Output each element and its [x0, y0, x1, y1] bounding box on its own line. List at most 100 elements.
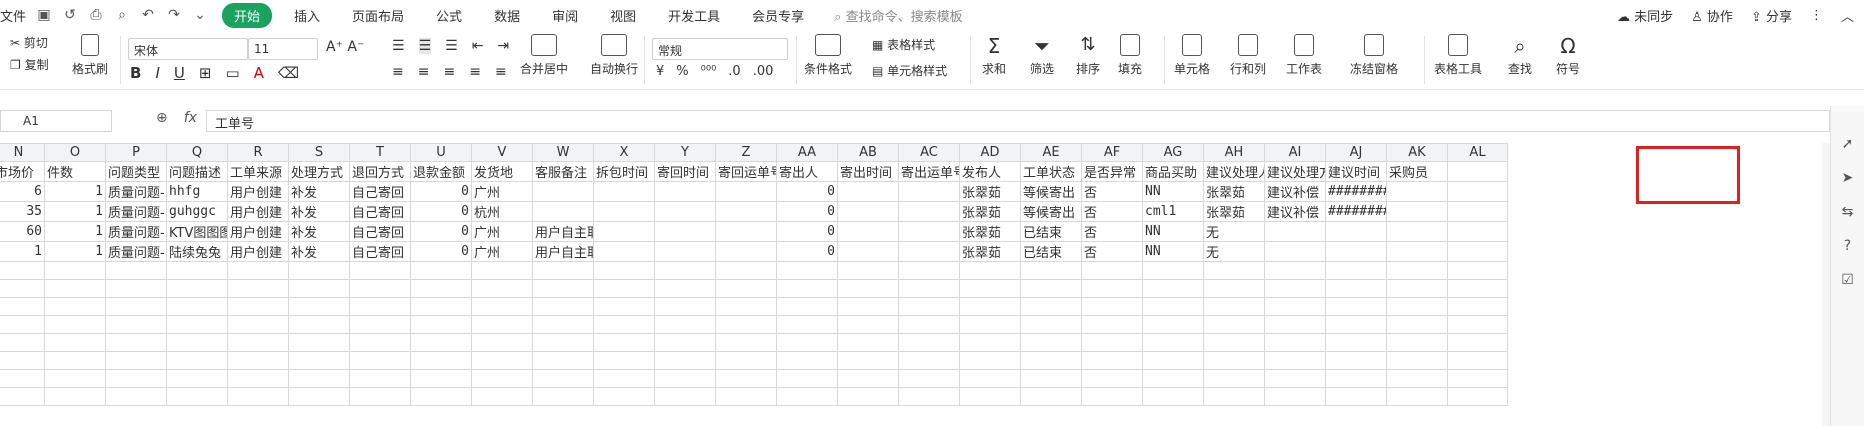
cell[interactable] [105, 387, 167, 406]
cell[interactable] [1447, 181, 1508, 202]
header-cell[interactable]: 退款金额 [410, 161, 472, 182]
cell[interactable]: 否 [1081, 181, 1143, 202]
column-header[interactable]: AB [837, 143, 899, 162]
cell[interactable] [288, 279, 350, 298]
sort-button[interactable]: ⇅ 排序 [1076, 34, 1100, 77]
cell[interactable] [1447, 221, 1508, 242]
cell[interactable] [837, 297, 899, 316]
cell[interactable]: 否 [1081, 221, 1143, 242]
cell[interactable] [593, 201, 655, 222]
cell[interactable] [105, 351, 167, 370]
cell[interactable] [1447, 351, 1508, 370]
cell[interactable]: cml1 [1142, 201, 1204, 222]
clear-icon[interactable]: ⌫ [278, 64, 299, 82]
filter-button[interactable]: ⏷ 筛选 [1030, 34, 1054, 77]
cell[interactable] [1020, 297, 1082, 316]
cell[interactable] [44, 351, 106, 370]
cell[interactable] [1203, 315, 1265, 334]
header-cell[interactable]: 商品买助 [1142, 161, 1204, 182]
cell[interactable]: 0 [410, 221, 472, 242]
cell[interactable] [1264, 241, 1326, 262]
help-icon[interactable]: ? [1844, 238, 1851, 254]
cell[interactable] [532, 201, 594, 222]
cell[interactable] [44, 369, 106, 388]
header-cell[interactable]: 工单状态 [1020, 161, 1082, 182]
cell[interactable]: 质量问题- [105, 221, 167, 242]
cell-button[interactable]: 单元格 [1174, 34, 1210, 77]
cell[interactable] [837, 387, 899, 406]
undo-history-icon[interactable]: ↺ [62, 7, 78, 23]
cell[interactable] [776, 279, 838, 298]
header-cell[interactable]: 拆包时间 [593, 161, 655, 182]
header-cell[interactable]: 退回方式 [349, 161, 411, 182]
cell[interactable] [44, 279, 106, 298]
cell[interactable] [44, 315, 106, 334]
cell[interactable] [959, 279, 1021, 298]
cell[interactable] [1386, 181, 1448, 202]
cell[interactable] [1142, 351, 1204, 370]
cell[interactable]: 35 [0, 201, 45, 222]
cell[interactable] [1325, 261, 1387, 280]
header-cell[interactable]: 寄回时间 [654, 161, 716, 182]
cell[interactable]: 自己寄回 [349, 221, 411, 242]
cell[interactable] [471, 315, 533, 334]
cell[interactable]: 否 [1081, 241, 1143, 262]
cell[interactable] [715, 387, 777, 406]
cell[interactable]: NN [1142, 221, 1204, 242]
cell[interactable] [1386, 351, 1448, 370]
cell[interactable] [776, 333, 838, 352]
column-header[interactable]: P [105, 143, 167, 162]
cell[interactable] [1142, 333, 1204, 352]
cell[interactable] [654, 315, 716, 334]
cell[interactable]: 广州 [471, 241, 533, 262]
cell[interactable] [898, 297, 960, 316]
cell[interactable] [654, 279, 716, 298]
header-cell[interactable]: 工单来源 [227, 161, 289, 182]
cell[interactable]: 张翠茹 [959, 201, 1021, 222]
cell[interactable] [1020, 261, 1082, 280]
cell[interactable] [105, 369, 167, 388]
header-cell[interactable]: 处理方式 [288, 161, 350, 182]
conditional-format-button[interactable]: 条件格式 [804, 34, 852, 77]
cell[interactable] [0, 261, 45, 280]
cell[interactable] [1447, 201, 1508, 222]
cell[interactable] [410, 297, 472, 316]
cell[interactable] [471, 261, 533, 280]
cell[interactable] [532, 315, 594, 334]
header-cell[interactable]: 采购员 [1386, 161, 1448, 182]
cell[interactable] [1386, 279, 1448, 298]
cell[interactable] [1325, 221, 1387, 242]
cell[interactable] [654, 261, 716, 280]
cell[interactable]: 补发 [288, 181, 350, 202]
transform-icon[interactable]: ⇆ [1842, 204, 1854, 220]
cell[interactable] [44, 333, 106, 352]
cell[interactable] [1386, 241, 1448, 262]
cell[interactable] [837, 369, 899, 388]
cell[interactable]: 张翠茹 [1203, 181, 1265, 202]
cell[interactable] [776, 261, 838, 280]
cell[interactable] [1020, 279, 1082, 298]
cell[interactable] [410, 387, 472, 406]
cell[interactable] [227, 261, 289, 280]
column-header[interactable]: AA [776, 143, 838, 162]
cell[interactable] [898, 261, 960, 280]
cell[interactable] [1386, 297, 1448, 316]
cell[interactable]: ######## [1325, 201, 1387, 222]
cell[interactable] [410, 333, 472, 352]
cell[interactable] [837, 221, 899, 242]
format-painter-button[interactable]: 格式刷 [72, 34, 108, 77]
column-header[interactable]: AD [959, 143, 1021, 162]
cell[interactable] [227, 333, 289, 352]
cell[interactable] [1447, 315, 1508, 334]
cell[interactable] [1081, 279, 1143, 298]
cell[interactable] [410, 279, 472, 298]
cell[interactable] [837, 261, 899, 280]
cell[interactable] [1142, 387, 1204, 406]
cell[interactable] [654, 221, 716, 242]
cell[interactable] [532, 387, 594, 406]
header-cell[interactable]: 客服备注 [532, 161, 594, 182]
cell[interactable] [959, 369, 1021, 388]
cell[interactable] [715, 279, 777, 298]
cell[interactable] [1020, 315, 1082, 334]
cell[interactable] [593, 279, 655, 298]
